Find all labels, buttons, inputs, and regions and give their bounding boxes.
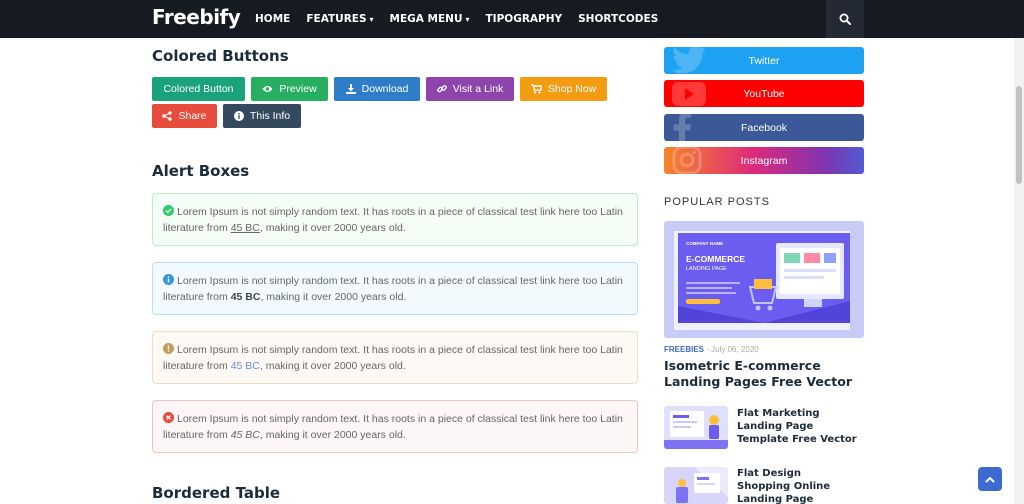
site-logo[interactable]: Freebify: [152, 5, 241, 29]
search-icon: [839, 13, 851, 25]
download-button[interactable]: Download: [334, 77, 420, 101]
nav-item-tipography[interactable]: TIPOGRAPHY: [486, 13, 563, 25]
alert-info: Lorem Ipsum is not simply random text. I…: [152, 262, 638, 315]
social-twitter-button[interactable]: Twitter: [664, 47, 864, 74]
post-category[interactable]: FREEBIES: [664, 345, 704, 354]
colored-button[interactable]: Colored Button: [152, 77, 245, 101]
section-heading-colored-buttons: Colored Buttons: [152, 47, 289, 65]
alert-highlight[interactable]: 45 BC: [231, 360, 260, 372]
popular-post-title[interactable]: Flat Marketing Landing Page Template Fre…: [737, 407, 857, 446]
visit-link-button[interactable]: Visit a Link: [426, 77, 514, 101]
info-circle-icon: [163, 274, 174, 285]
social-facebook-button[interactable]: Facebook: [664, 114, 864, 141]
featured-image-company: COMPANY NAME: [686, 241, 724, 246]
preview-button[interactable]: Preview: [251, 77, 328, 101]
exclamation-circle-icon: [163, 343, 174, 354]
chevron-up-icon: [985, 476, 995, 483]
featured-post-meta: FREEBIES - July 06, 2020: [664, 345, 759, 354]
top-navbar: Freebify HOME FEATURES ▾ MEGA MENU ▾ TIPOG…: [0, 0, 1024, 38]
share-button[interactable]: Share: [152, 104, 217, 128]
nav-item-home[interactable]: HOME: [255, 13, 290, 25]
eye-icon: [262, 85, 273, 93]
this-info-button[interactable]: This Info: [223, 104, 301, 128]
alert-highlight: 45 BC: [230, 291, 261, 303]
featured-image-headline: E-COMMERCE: [686, 254, 746, 264]
alert-highlight[interactable]: 45 BC: [231, 222, 260, 234]
nav-item-mega-menu[interactable]: MEGA MENU ▾: [390, 13, 470, 25]
nav-item-features[interactable]: FEATURES ▾: [306, 13, 373, 25]
download-icon: [345, 84, 356, 94]
featured-post-image[interactable]: COMPANY NAME E-COMMERCE LANDING PAGE: [664, 221, 864, 338]
post-thumbnail[interactable]: [664, 406, 728, 449]
search-button[interactable]: [826, 0, 864, 38]
featured-post-title[interactable]: Isometric E-commerce Landing Pages Free …: [664, 358, 864, 390]
back-to-top-button[interactable]: [978, 467, 1002, 491]
facebook-icon: [672, 114, 692, 141]
times-circle-icon: [163, 412, 174, 423]
twitter-icon: [672, 47, 706, 74]
chevron-down-icon: ▾: [369, 14, 374, 24]
shop-now-button[interactable]: Shop Now: [520, 77, 607, 101]
section-heading-bordered-table: Bordered Table: [152, 484, 281, 502]
check-circle-icon: [163, 205, 174, 216]
main-menu: HOME FEATURES ▾ MEGA MENU ▾ TIPOGRAPHY SHO…: [255, 0, 674, 38]
nav-item-shortcodes[interactable]: SHORTCODES: [578, 13, 658, 25]
section-heading-alert-boxes: Alert Boxes: [152, 162, 250, 180]
youtube-icon: [672, 82, 706, 107]
instagram-icon: [672, 147, 702, 174]
cart-icon: [530, 84, 542, 94]
alert-success: Lorem Ipsum is not simply random text. I…: [152, 193, 638, 246]
alert-warning: Lorem Ipsum is not simply random text. I…: [152, 331, 638, 384]
popular-posts-heading: POPULAR POSTS: [664, 196, 770, 208]
info-icon: [233, 111, 244, 121]
chevron-down-icon: ▾: [465, 14, 470, 24]
alert-error: Lorem Ipsum is not simply random text. I…: [152, 400, 638, 453]
popular-post-title[interactable]: Flat Design Shopping Online Landing Page…: [737, 467, 857, 504]
social-youtube-button[interactable]: YouTube: [664, 80, 864, 107]
share-icon: [162, 111, 173, 121]
alert-highlight: 45 BC: [230, 429, 260, 441]
link-icon: [436, 84, 447, 94]
page-scrollbar-thumb[interactable]: [1016, 86, 1022, 184]
social-instagram-button[interactable]: Instagram: [664, 147, 864, 174]
post-thumbnail[interactable]: [664, 467, 728, 504]
post-date: July 06, 2020: [711, 345, 759, 354]
featured-image-subline: LANDING PAGE: [686, 266, 727, 272]
